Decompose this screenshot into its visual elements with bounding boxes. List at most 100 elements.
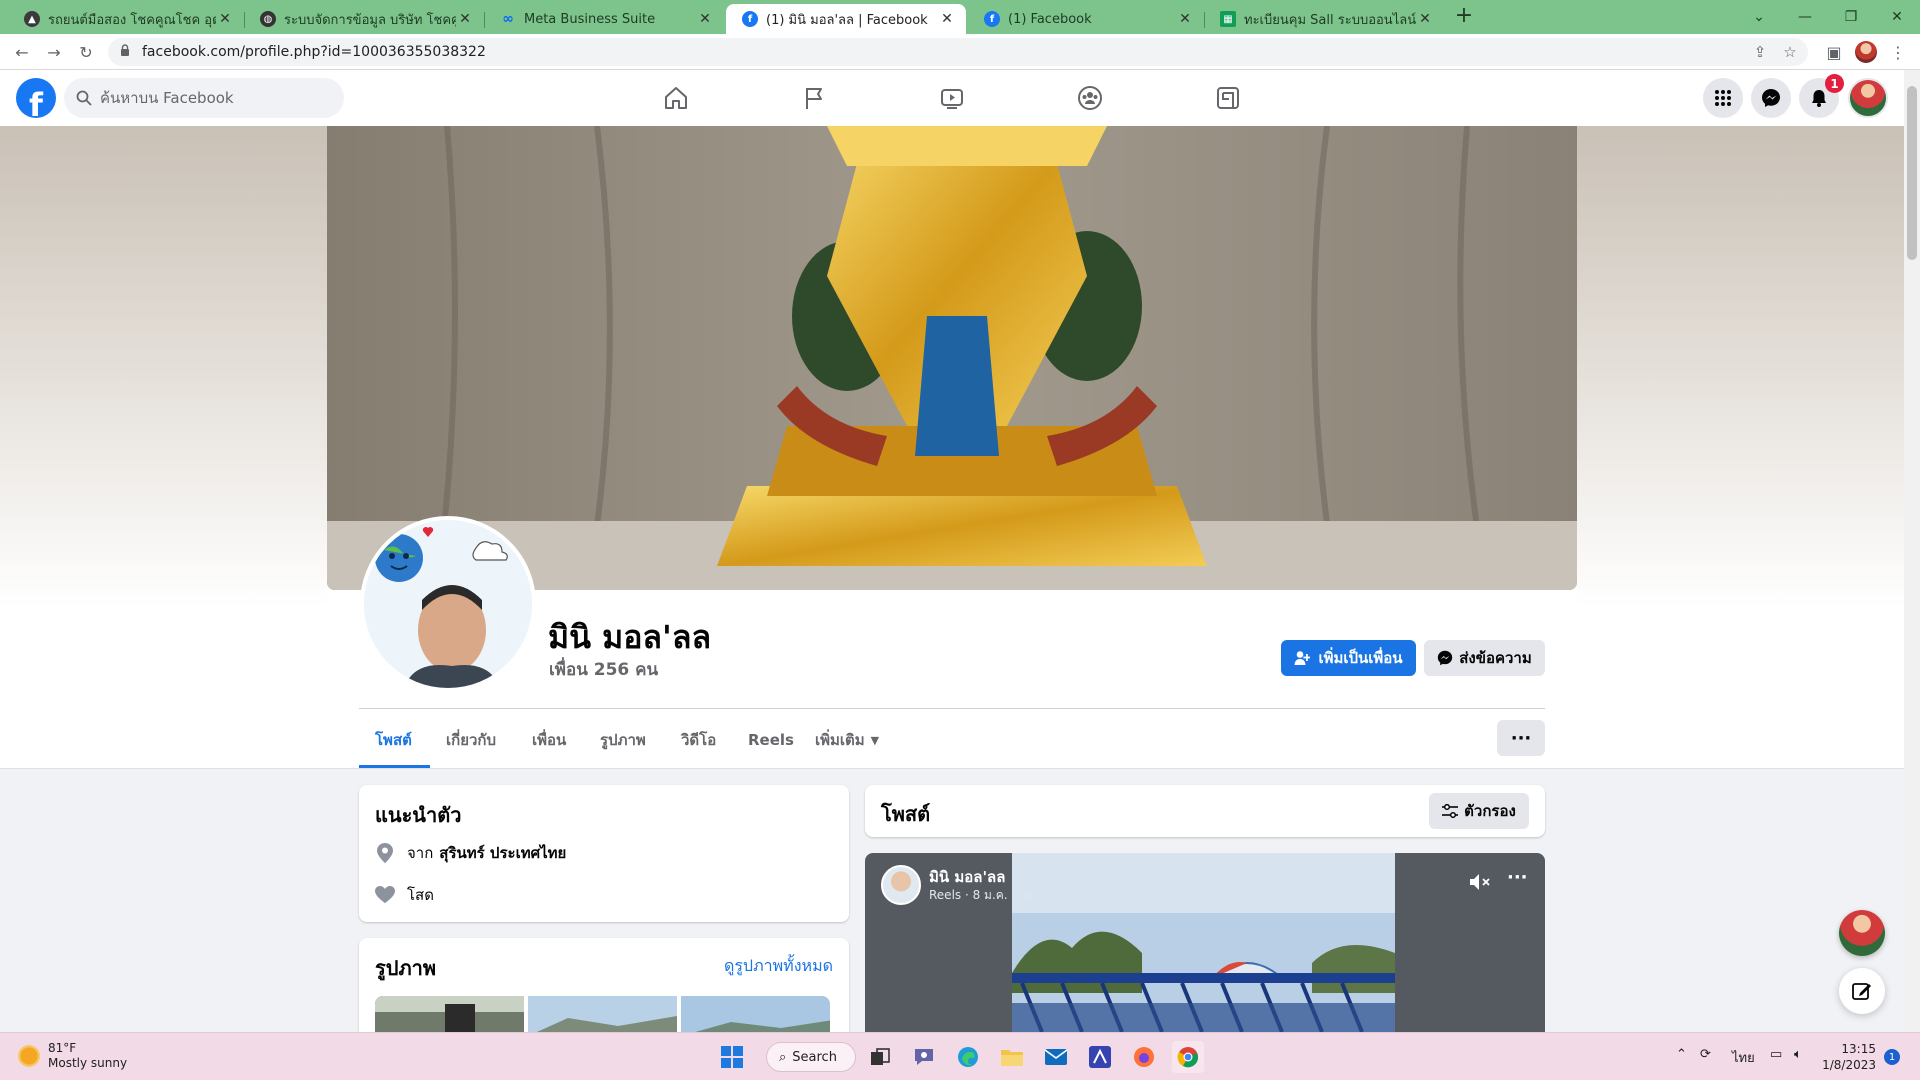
tab-posts[interactable]: โพสต์ xyxy=(375,712,412,768)
browser-tab-3[interactable]: ∞ Meta Business Suite ✕ xyxy=(484,4,724,34)
nav-groups[interactable] xyxy=(1034,70,1146,126)
browser-tab-6[interactable]: ▦ ทะเบียนคุม Sall ระบบออนไลน์.xlsx - G ✕ xyxy=(1204,4,1444,34)
nav-pages[interactable] xyxy=(758,70,870,126)
browser-tab-5[interactable]: f (1) Facebook ✕ xyxy=(968,4,1205,34)
hometown-place[interactable]: สุรินทร์ ประเทศไทย xyxy=(439,841,566,865)
browser-tab-4-active[interactable]: f (1) มินิ มอล'ลล | Facebook ✕ xyxy=(726,4,966,34)
photo-thumbnail[interactable] xyxy=(681,996,830,1036)
photo-thumbnail[interactable] xyxy=(375,996,524,1036)
new-message-button[interactable] xyxy=(1839,968,1885,1014)
scrollbar-thumb[interactable] xyxy=(1907,86,1917,260)
nav-home[interactable] xyxy=(620,70,732,126)
close-tab-icon[interactable]: ✕ xyxy=(456,11,474,27)
start-button[interactable] xyxy=(716,1041,748,1073)
back-icon[interactable]: ← xyxy=(10,40,34,64)
add-friend-button[interactable]: เพิ่มเป็นเพื่อน xyxy=(1281,640,1416,676)
teams-chat-icon[interactable] xyxy=(908,1041,940,1073)
grid-menu-icon xyxy=(1715,90,1731,106)
account-avatar[interactable] xyxy=(1848,78,1888,118)
messenger-icon xyxy=(1762,89,1780,107)
taskbar-search[interactable]: ⌕ Search xyxy=(766,1042,856,1072)
tab-title: ทะเบียนคุม Sall ระบบออนไลน์.xlsx - G xyxy=(1244,12,1416,28)
close-tab-icon[interactable]: ✕ xyxy=(938,11,956,27)
restore-icon[interactable]: ❐ xyxy=(1828,0,1874,34)
facebook-search[interactable] xyxy=(64,78,344,118)
messenger-button[interactable] xyxy=(1751,78,1791,118)
tab-title: Meta Business Suite xyxy=(524,11,656,27)
sync-icon[interactable]: ⟳ xyxy=(1700,1047,1711,1062)
url-text: facebook.com/profile.php?id=100036355038… xyxy=(142,44,486,60)
friend-count[interactable]: เพื่อน 256 คน xyxy=(549,656,658,683)
clock[interactable]: 13:15 1/8/2023 xyxy=(1820,1041,1876,1073)
forward-icon[interactable]: → xyxy=(42,40,66,64)
bell-icon xyxy=(1812,90,1826,107)
close-window-icon[interactable]: ✕ xyxy=(1874,0,1920,34)
tab-reels[interactable]: Reels xyxy=(748,712,794,768)
reload-icon[interactable]: ↻ xyxy=(74,40,98,64)
tab-title: (1) มินิ มอล'ลล | Facebook xyxy=(766,12,928,28)
see-all-photos-link[interactable]: ดูรูปภาพทั้งหมด xyxy=(724,954,833,979)
facebook-logo-icon[interactable]: f xyxy=(16,78,56,118)
post-options-icon[interactable]: ··· xyxy=(1507,867,1528,888)
notification-center-badge[interactable]: 1 xyxy=(1884,1049,1900,1065)
firefox-icon[interactable] xyxy=(1128,1041,1160,1073)
browser-menu-icon[interactable]: ⋮ xyxy=(1886,40,1910,64)
address-bar[interactable]: facebook.com/profile.php?id=100036355038… xyxy=(108,38,1808,66)
edge-browser-icon[interactable] xyxy=(952,1041,984,1073)
reel-author-avatar[interactable] xyxy=(881,865,921,905)
tab-search-icon[interactable]: ⌄ xyxy=(1736,0,1782,34)
chevron-up-icon[interactable]: ⌃ xyxy=(1676,1047,1687,1062)
profile-picture[interactable] xyxy=(360,516,536,692)
side-panel-icon[interactable]: ▣ xyxy=(1822,40,1846,64)
reel-video[interactable] xyxy=(1012,853,1395,1032)
relationship-status: โสด xyxy=(407,886,434,904)
close-tab-icon[interactable]: ✕ xyxy=(1416,11,1434,27)
close-tab-icon[interactable]: ✕ xyxy=(1176,11,1194,27)
network-icon[interactable]: ▭ xyxy=(1770,1047,1782,1062)
chat-head-avatar[interactable] xyxy=(1839,910,1885,956)
tab-more[interactable]: เพิ่มเติม ▼ xyxy=(815,712,879,768)
add-friend-label: เพิ่มเป็นเพื่อน xyxy=(1318,649,1403,667)
task-view-icon[interactable] xyxy=(864,1041,896,1073)
share-icon[interactable]: ⇪ xyxy=(1750,42,1770,62)
search-input[interactable] xyxy=(100,78,330,118)
close-tab-icon[interactable]: ✕ xyxy=(216,11,234,27)
facebook-icon: f xyxy=(984,11,1000,27)
photo-thumbnail[interactable] xyxy=(528,996,677,1036)
tab-photos[interactable]: รูปภาพ xyxy=(600,712,646,768)
weather-widget[interactable]: 81°F Mostly sunny xyxy=(18,1041,127,1071)
volume-icon[interactable]: 🔈︎ xyxy=(1794,1047,1802,1062)
send-message-label: ส่งข้อความ xyxy=(1459,649,1532,667)
tab-videos[interactable]: วิดีโอ xyxy=(681,712,716,768)
chrome-icon[interactable] xyxy=(1172,1041,1204,1073)
new-tab-button[interactable]: + xyxy=(1452,5,1476,29)
profile-more-button[interactable]: ··· xyxy=(1497,720,1545,756)
browser-tab-2[interactable]: ◍ ระบบจัดการข้อมูล บริษัท โชคคูณโชค ✕ xyxy=(244,4,485,34)
nav-watch[interactable] xyxy=(896,70,1008,126)
input-language[interactable]: ไทย xyxy=(1732,1047,1755,1068)
filter-button[interactable]: ตัวกรอง xyxy=(1429,793,1529,829)
gaming-icon xyxy=(1217,87,1239,109)
globe-icon: ◍ xyxy=(260,11,276,27)
app-icon[interactable] xyxy=(1084,1041,1116,1073)
tab-about[interactable]: เกี่ยวกับ xyxy=(446,712,496,768)
location-pin-icon xyxy=(375,843,395,863)
tab-friends[interactable]: เพื่อน xyxy=(532,712,566,768)
sun-icon xyxy=(18,1045,40,1067)
close-tab-icon[interactable]: ✕ xyxy=(696,11,714,27)
messenger-icon xyxy=(1438,650,1453,666)
file-explorer-icon[interactable] xyxy=(996,1041,1028,1073)
browser-tab-1[interactable]: ▲ รถยนต์มือสอง โชคคูณโชค อุดรธานี ✕ xyxy=(8,4,245,34)
browser-profile-avatar[interactable] xyxy=(1855,41,1877,63)
meta-icon: ∞ xyxy=(502,11,514,27)
bookmark-star-icon[interactable]: ☆ xyxy=(1780,42,1800,62)
reel-post[interactable]: มินิ มอล'ลล Reels · 8 ม.ค. · ◍ ··· xyxy=(865,853,1545,1032)
mail-icon[interactable] xyxy=(1040,1041,1072,1073)
cover-photo[interactable] xyxy=(327,126,1577,590)
mute-icon[interactable] xyxy=(1470,873,1490,895)
send-message-button[interactable]: ส่งข้อความ xyxy=(1424,640,1545,676)
intro-title: แนะนำตัว xyxy=(375,803,462,827)
minimize-icon[interactable]: — xyxy=(1782,0,1828,34)
menu-grid-button[interactable] xyxy=(1703,78,1743,118)
nav-gaming[interactable] xyxy=(1172,70,1284,126)
